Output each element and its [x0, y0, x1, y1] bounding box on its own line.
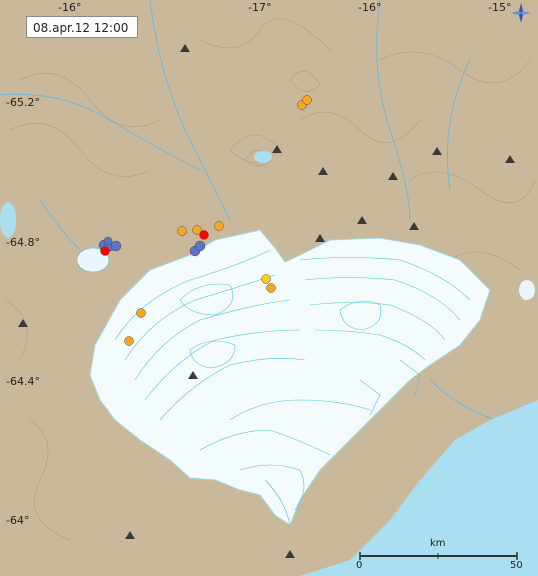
latitude-label: -64° [6, 514, 30, 527]
scale-start-label: 0 [356, 560, 363, 571]
longitude-label: -16° [358, 1, 382, 14]
lake [0, 202, 16, 238]
timestamp-label: 08.apr.12 12:00 [26, 16, 138, 38]
longitude-label: -17° [248, 1, 272, 14]
map-canvas [0, 0, 538, 576]
scale-unit-label: km [430, 538, 446, 549]
compass-icon[interactable] [510, 2, 532, 24]
longitude-label: -16° [58, 1, 82, 14]
latitude-label: -65.2° [6, 96, 40, 109]
latitude-label: -64.8° [6, 236, 40, 249]
latitude-label: -64.4° [6, 375, 40, 388]
scale-end-label: 50 [510, 560, 523, 571]
earthquake-map[interactable]: 08.apr.12 12:00 -16° -17° -16° -15° -65.… [0, 0, 538, 576]
lake [519, 280, 535, 300]
longitude-label: -15° [488, 1, 512, 14]
lake [254, 151, 272, 163]
